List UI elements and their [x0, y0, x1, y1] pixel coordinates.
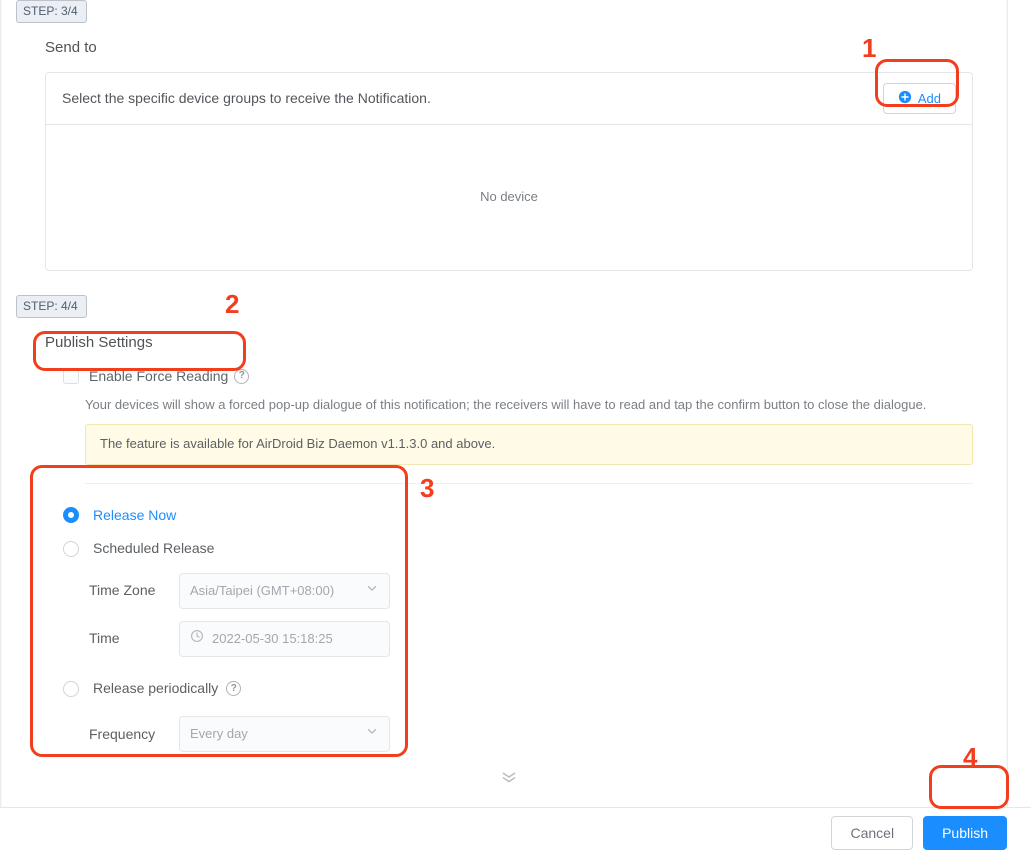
device-groups-card-header: Select the specific device groups to rec…	[46, 73, 972, 125]
annotation-box-2	[33, 331, 246, 371]
annotation-box-4	[929, 765, 1009, 809]
no-device-text: No device	[480, 188, 538, 206]
help-icon[interactable]: ?	[234, 369, 249, 384]
left-shadow	[0, 0, 2, 858]
feature-notice: The feature is available for AirDroid Bi…	[85, 424, 973, 464]
cancel-button[interactable]: Cancel	[831, 816, 913, 850]
device-groups-card: Select the specific device groups to rec…	[45, 72, 973, 271]
step-badge-4: STEP: 4/4	[16, 295, 87, 318]
footer-actions: Cancel Publish	[0, 807, 1031, 858]
device-groups-instruction: Select the specific device groups to rec…	[62, 89, 883, 109]
expand-chevrons[interactable]	[45, 766, 973, 788]
annotation-number-2: 2	[225, 286, 239, 322]
force-reading-description: Your devices will show a forced pop-up d…	[85, 396, 973, 414]
step-badge-3: STEP: 3/4	[16, 0, 87, 23]
right-shadow	[1006, 0, 1008, 858]
annotation-box-3	[30, 465, 408, 757]
page-shell: STEP: 3/4 Send to Select the specific de…	[0, 0, 1031, 858]
device-groups-card-body: No device	[46, 125, 972, 270]
annotation-box-1	[875, 59, 959, 107]
publish-button[interactable]: Publish	[923, 816, 1007, 850]
annotation-number-3: 3	[420, 470, 434, 506]
annotation-number-1: 1	[862, 30, 876, 66]
